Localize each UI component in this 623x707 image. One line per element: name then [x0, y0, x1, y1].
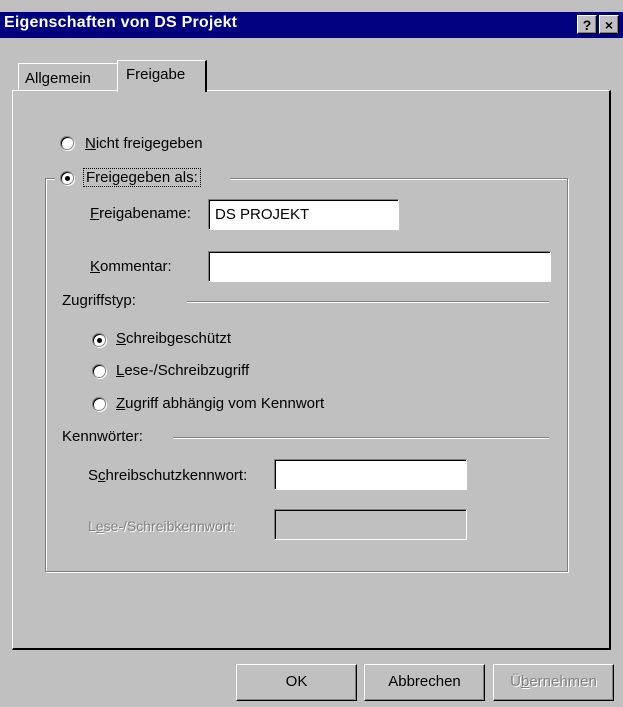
- apply-button: Übernehmen: [493, 664, 614, 701]
- readwrite-password-input: [274, 509, 467, 540]
- readonly-password-input[interactable]: [274, 459, 467, 490]
- ok-button[interactable]: OK: [236, 664, 357, 701]
- window-title: Eigenschaften von DS Projekt: [4, 14, 238, 31]
- close-icon: ×: [604, 17, 614, 33]
- not-shared-label[interactable]: Nicht freigegeben: [85, 135, 203, 152]
- shared-as-label[interactable]: Freigegeben als:: [83, 168, 201, 187]
- readwrite-radio[interactable]: [92, 364, 106, 378]
- tab-freigabe-label: Freigabe: [126, 66, 186, 83]
- help-button[interactable]: ?: [577, 15, 597, 34]
- password-dependent-radio[interactable]: [92, 397, 106, 411]
- close-button[interactable]: ×: [599, 15, 619, 34]
- password-dependent-option-label[interactable]: Zugriff abhängig vom Kennwort: [116, 395, 324, 412]
- comment-label: Kommentar:: [90, 258, 172, 275]
- share-name-input[interactable]: [208, 199, 399, 230]
- help-icon: ?: [582, 17, 592, 33]
- access-type-separator: [187, 301, 549, 303]
- not-shared-radio[interactable]: [60, 136, 74, 150]
- readonly-option-label[interactable]: Schreibgeschützt: [116, 330, 231, 347]
- readwrite-password-label: Lese-/Schreibkennwort:: [88, 518, 236, 534]
- access-type-heading: Zugriffstyp:: [62, 292, 136, 309]
- comment-input[interactable]: [208, 251, 551, 282]
- readwrite-option-label[interactable]: Lese-/Schreibzugriff: [116, 362, 249, 379]
- passwords-heading: Kennwörter:: [62, 428, 143, 445]
- properties-dialog: Eigenschaften von DS Projekt ? × Allgeme…: [0, 0, 623, 707]
- readonly-password-label: Schreibschutzkennwort:: [88, 467, 248, 484]
- cancel-button[interactable]: Abbrechen: [364, 664, 485, 701]
- passwords-separator: [173, 437, 549, 439]
- readonly-radio[interactable]: [92, 333, 106, 347]
- shared-as-radio[interactable]: [60, 171, 74, 185]
- tab-allgemein[interactable]: Allgemein: [18, 63, 118, 91]
- title-bar[interactable]: Eigenschaften von DS Projekt ? ×: [0, 12, 623, 38]
- tab-allgemein-label: Allgemein: [25, 70, 91, 87]
- tab-freigabe[interactable]: Freigabe: [117, 60, 207, 92]
- share-name-label: Freigabename:: [90, 205, 191, 222]
